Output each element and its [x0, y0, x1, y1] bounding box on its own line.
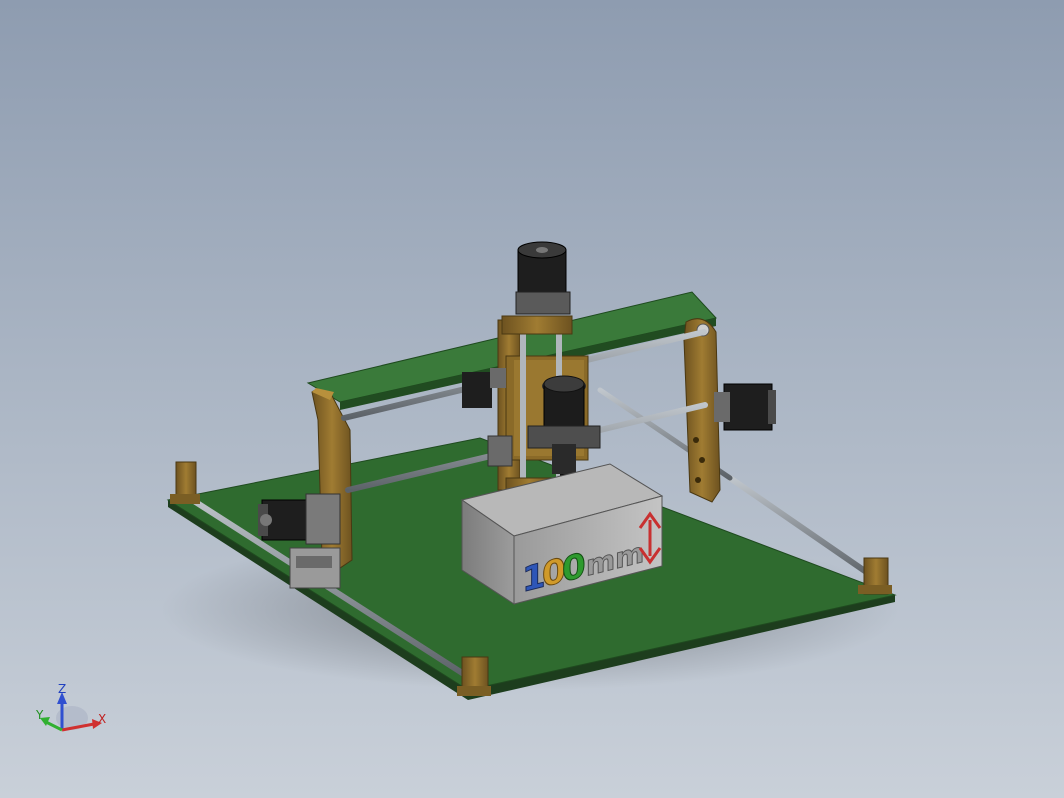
cnc-machine-model[interactable]: 1 0 0 mm Z Y X [0, 0, 1064, 798]
stepper-motor-y-right[interactable] [714, 383, 776, 431]
stepper-motor-z[interactable] [515, 241, 571, 315]
rod-support-front [457, 656, 491, 696]
triad-z-label: Z [58, 682, 66, 696]
linear-bearing-left [289, 547, 341, 589]
cad-viewport[interactable]: 1 0 0 mm Z Y X [0, 0, 1064, 798]
triad-x-label: X [98, 712, 106, 726]
rod-support-front-left [170, 461, 200, 504]
stepper-motor-y-left[interactable] [258, 493, 341, 545]
block-text-digit-0b: 0 [562, 546, 586, 591]
triad-y-label: Y [35, 708, 44, 722]
stepper-motor-x[interactable] [462, 372, 492, 408]
coordinate-triad[interactable]: Z Y X [35, 682, 106, 732]
